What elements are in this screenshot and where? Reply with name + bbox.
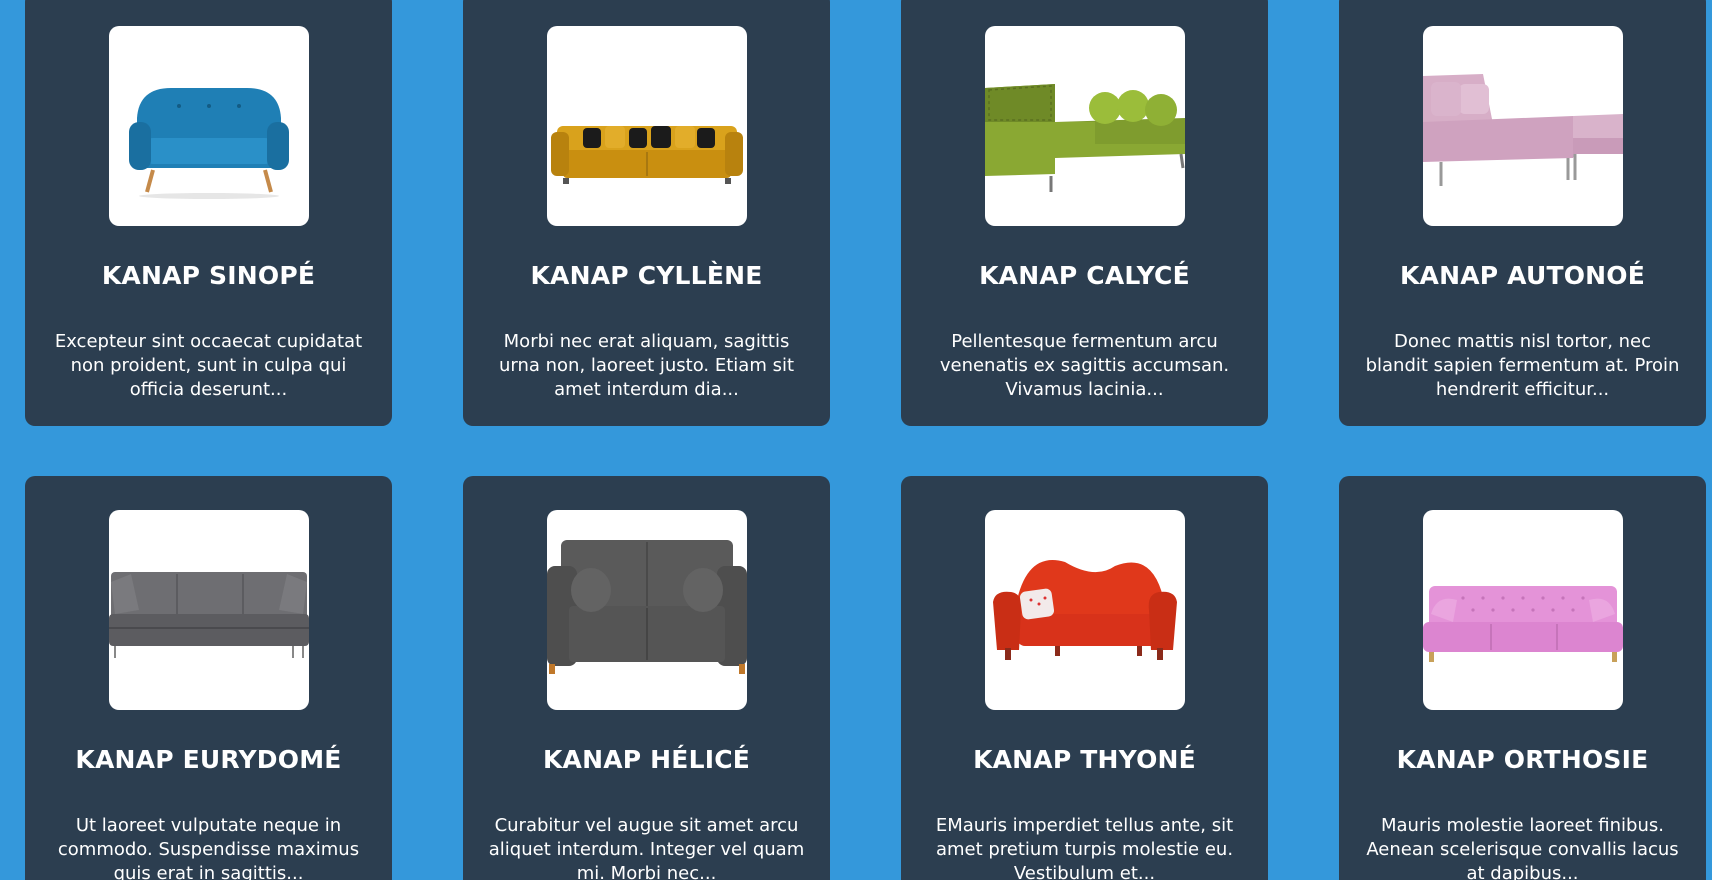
dark-grey-loveseat-icon — [546, 540, 747, 674]
red-sofa-icon — [992, 560, 1177, 660]
product-name: KANAP CYLLÈNE — [530, 261, 763, 290]
product-card[interactable]: KANAP ORTHOSIE Mauris molestie laoreet f… — [1339, 476, 1706, 880]
product-description: Morbi nec erat aliquam, sagittis urna no… — [498, 331, 795, 400]
product-card[interactable]: KANAP HÉLICÉ Curabitur vel augue sit ame… — [463, 476, 830, 880]
product-description: Excepteur sint occaecat cupidatat non pr… — [54, 331, 363, 400]
products-page: KANAP SINOPÉ Excepteur sint occaecat cup… — [0, 0, 1712, 880]
product-description: EMauris imperdiet tellus ante, sit amet … — [935, 815, 1234, 880]
yellow-sofa-icon — [550, 126, 743, 184]
product-name: KANAP CALYCÉ — [979, 261, 1190, 290]
product-image — [546, 26, 747, 226]
product-image — [546, 510, 747, 710]
blue-sofa-icon — [128, 88, 289, 199]
product-card[interactable]: KANAP SINOPÉ Excepteur sint occaecat cup… — [25, 0, 392, 426]
product-name: KANAP ORTHOSIE — [1396, 745, 1649, 774]
product-name: KANAP AUTONOÉ — [1399, 261, 1646, 290]
product-image — [108, 26, 309, 226]
product-description: Mauris molestie laoreet finibus. Aenean … — [1366, 815, 1679, 880]
product-image — [984, 26, 1185, 226]
product-image — [108, 510, 309, 710]
product-grid: KANAP SINOPÉ Excepteur sint occaecat cup… — [25, 0, 1706, 880]
green-sectional-sofa-icon — [984, 84, 1185, 192]
pink-chaise-sofa-icon — [1422, 74, 1623, 186]
pink-chesterfield-sofa-icon — [1422, 586, 1623, 662]
grey-sofa-icon — [108, 572, 309, 658]
product-card[interactable]: KANAP CYLLÈNE Morbi nec erat aliquam, sa… — [463, 0, 830, 426]
product-image — [1422, 26, 1623, 226]
product-description: Curabitur vel augue sit amet arcu alique… — [488, 815, 805, 880]
product-card[interactable]: KANAP THYONÉ EMauris imperdiet tellus an… — [901, 476, 1268, 880]
product-card[interactable]: KANAP EURYDOMÉ Ut laoreet vulputate nequ… — [25, 476, 392, 880]
product-name: KANAP EURYDOMÉ — [75, 745, 342, 774]
product-card[interactable]: KANAP AUTONOÉ Donec mattis nisl tortor, … — [1339, 0, 1706, 426]
product-name: KANAP HÉLICÉ — [542, 745, 751, 774]
product-image — [1422, 510, 1623, 710]
product-name: KANAP SINOPÉ — [101, 261, 316, 290]
product-description: Pellentesque fermentum arcu venenatis ex… — [939, 331, 1230, 400]
product-description: Donec mattis nisl tortor, nec blandit sa… — [1365, 331, 1680, 400]
product-card[interactable]: KANAP CALYCÉ Pellentesque fermentum arcu… — [901, 0, 1268, 426]
product-image — [984, 510, 1185, 710]
product-description: Ut laoreet vulputate neque in commodo. S… — [57, 815, 360, 880]
product-name: KANAP THYONÉ — [973, 745, 1196, 774]
